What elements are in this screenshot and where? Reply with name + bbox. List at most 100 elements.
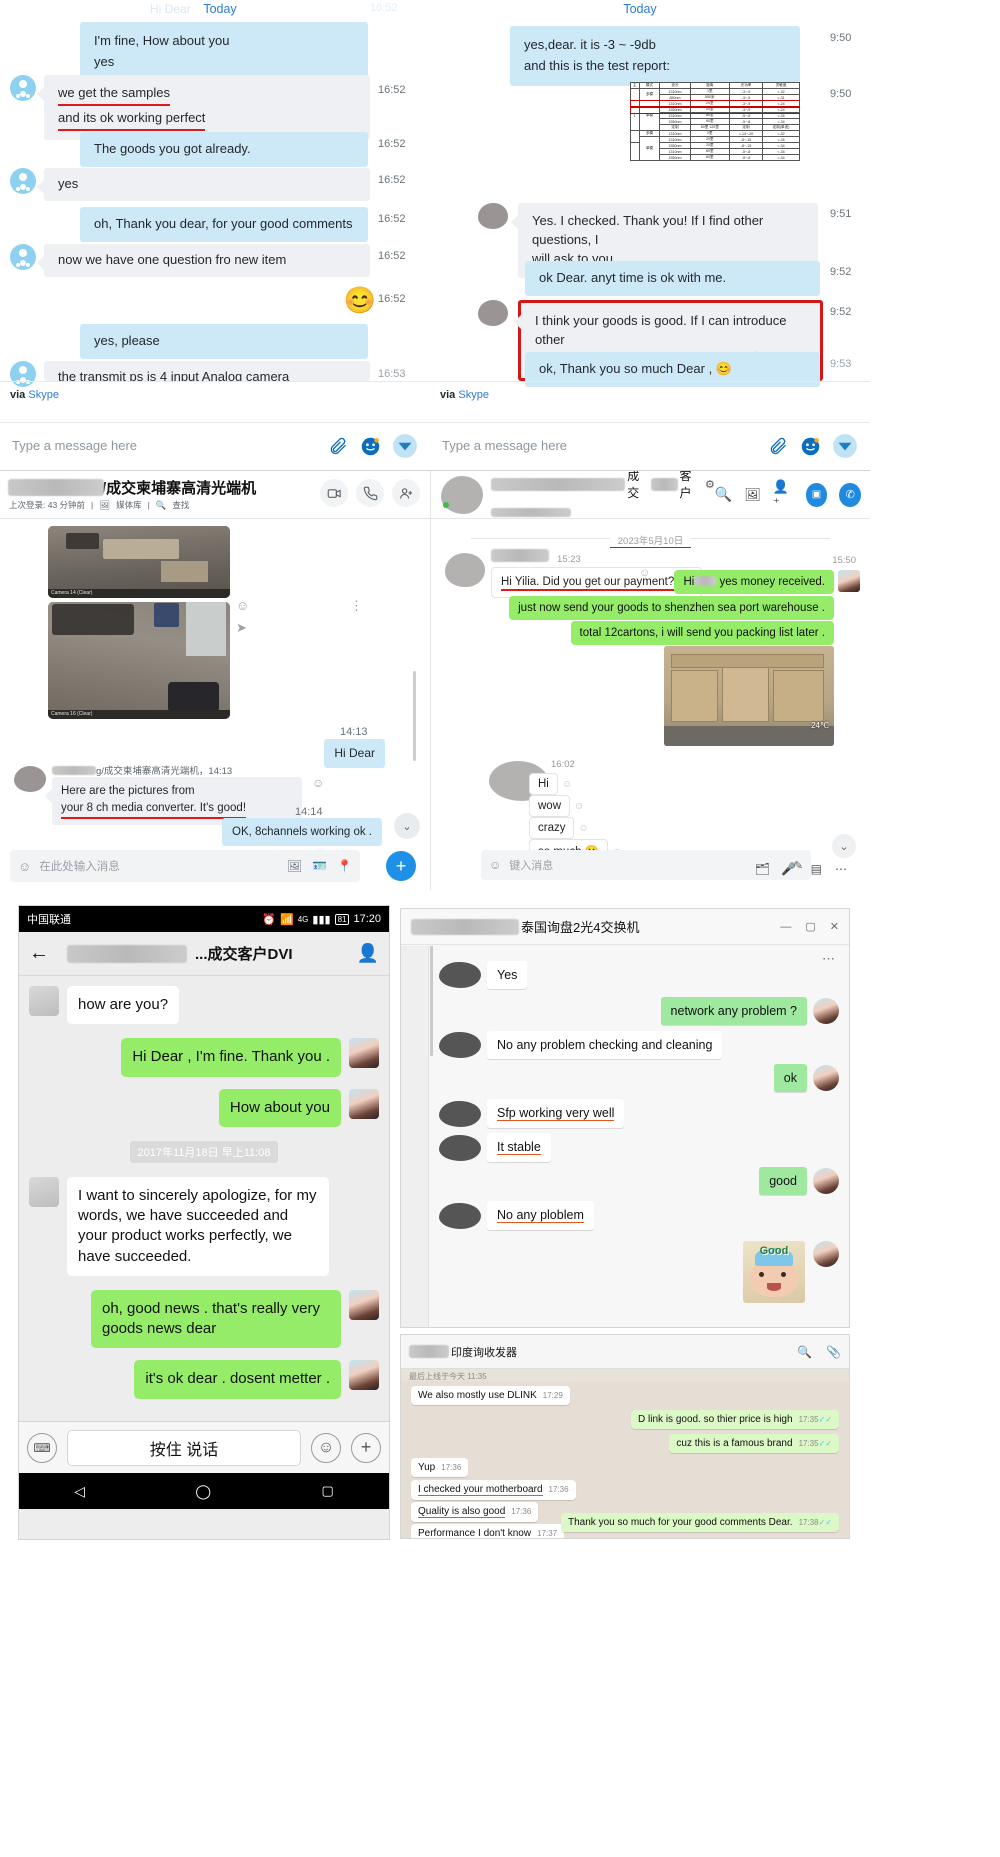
- plus-icon[interactable]: +: [351, 1432, 381, 1463]
- attach-icon[interactable]: [768, 436, 788, 456]
- message-bubble-out[interactable]: total 12cartons, i will send you packing…: [570, 621, 834, 645]
- search-icon[interactable]: 🔍: [715, 486, 732, 503]
- message-bubble-out[interactable]: Hi yes money received.: [674, 570, 834, 594]
- gear-icon[interactable]: ⚙: [705, 478, 715, 491]
- message-row-out[interactable]: it's ok dear . dosent metter .: [29, 1360, 379, 1399]
- message-bubble-out[interactable]: Hi Dear: [324, 739, 385, 769]
- react-emoji-icon[interactable]: ☺: [574, 801, 584, 812]
- back-triangle-icon[interactable]: ◁: [74, 1483, 85, 1500]
- message-row-out[interactable]: D link is good. so thier price is high 17…: [631, 1409, 839, 1429]
- contact-card-icon[interactable]: 🪪: [312, 859, 327, 873]
- more-options-icon[interactable]: ⋮: [350, 598, 364, 614]
- emoji-icon[interactable]: ☺: [311, 1432, 341, 1463]
- contact-profile-icon[interactable]: 👤: [357, 943, 379, 964]
- message-row-out[interactable]: How about you: [29, 1088, 379, 1127]
- react-emoji-icon[interactable]: ☺: [578, 823, 588, 834]
- message-row-out[interactable]: Hi Dear , I'm fine. Thank you .: [29, 1038, 379, 1077]
- message-row-in[interactable]: Sfp working very well: [439, 1099, 625, 1128]
- message-row-out[interactable]: oh, good news . that's really very goods…: [29, 1289, 379, 1349]
- emoji-icon[interactable]: ☺: [489, 858, 501, 872]
- react-emoji-icon[interactable]: ☺: [312, 776, 324, 790]
- message-input-placeholder[interactable]: Type a message here: [442, 438, 567, 453]
- gallery-icon[interactable]: 🖼: [744, 487, 761, 503]
- message-row-in[interactable]: I checked your motherboard 17:36: [411, 1479, 576, 1500]
- message-emoji[interactable]: 😊: [344, 285, 376, 316]
- video-call-icon[interactable]: [320, 479, 348, 507]
- baby-sticker[interactable]: Good: [743, 1241, 805, 1303]
- camera-image-1[interactable]: Camera 14 (Clear): [48, 526, 230, 598]
- back-arrow-icon[interactable]: ←: [29, 942, 49, 965]
- emoji-icon[interactable]: [800, 436, 820, 456]
- message-input-bar[interactable]: Type a message here: [430, 422, 870, 468]
- message-row-in[interactable]: I want to sincerely apologize, for my wo…: [29, 1176, 379, 1276]
- message-row-in[interactable]: how are you?: [29, 986, 379, 1025]
- keyboard-icon[interactable]: ⌨: [27, 1432, 57, 1463]
- message-input-placeholder[interactable]: Type a message here: [12, 438, 137, 453]
- message-row-in[interactable]: yes: [10, 168, 370, 201]
- media-library-label[interactable]: 媒体库: [116, 499, 142, 511]
- scroll-down-icon[interactable]: ⌄: [832, 834, 856, 858]
- attach-icon[interactable]: 📎: [826, 1345, 841, 1359]
- home-circle-icon[interactable]: ◯: [195, 1483, 211, 1500]
- message-bubble-in[interactable]: Hi Yilia. Did you get our payment? 😀: [491, 567, 702, 598]
- more-icon[interactable]: ⋯: [835, 862, 848, 876]
- react-emoji-icon[interactable]: ☺: [562, 779, 572, 790]
- mic-icon[interactable]: 🎤: [781, 862, 796, 876]
- react-emoji-icon[interactable]: ☺: [236, 598, 249, 613]
- message-bubble-out[interactable]: ok Dear. anyt time is ok with me.: [525, 261, 820, 296]
- message-input-bar[interactable]: ☺ 在此处输入消息 🖼 🪪 📍: [10, 850, 360, 882]
- add-person-icon[interactable]: [392, 479, 420, 507]
- message-row-in[interactable]: now we have one question fro new item: [10, 244, 370, 277]
- scrollbar[interactable]: [413, 671, 416, 761]
- message-row-out[interactable]: cuz this is a famous brand 17:35✓✓: [669, 1433, 839, 1453]
- close-icon[interactable]: ✕: [830, 920, 839, 933]
- emoji-icon[interactable]: ☺: [18, 859, 31, 874]
- minimize-icon[interactable]: —: [780, 921, 791, 933]
- message-row-in[interactable]: Quality is also good 17:36: [411, 1501, 539, 1522]
- emoji-icon[interactable]: [360, 436, 380, 456]
- message-row-in[interactable]: We also mostly use DLINK 17:29: [411, 1385, 570, 1405]
- message-row-out[interactable]: good: [759, 1167, 839, 1195]
- message-bubble-out[interactable]: yes,dear. it is -3 ~ -9db and this is th…: [510, 26, 800, 86]
- message-bubble-out[interactable]: The goods you got already.: [80, 132, 368, 167]
- scroll-down-icon[interactable]: ⌄: [394, 813, 420, 839]
- message-line[interactable]: wow: [529, 795, 571, 817]
- message-line[interactable]: crazy: [529, 817, 575, 839]
- message-row-in[interactable]: No any problem checking and cleaning: [439, 1031, 723, 1059]
- message-input-placeholder[interactable]: 键入消息: [509, 857, 553, 873]
- message-bubble-out[interactable]: just now send your goods to shenzhen sea…: [509, 596, 834, 620]
- message-row-in[interactable]: It stable: [439, 1133, 551, 1162]
- camera-image-2[interactable]: Camera 16 (Clear): [48, 602, 230, 719]
- message-row-in[interactable]: we get the samples and its ok working pe…: [10, 75, 370, 140]
- search-icon[interactable]: 🔍: [797, 1345, 812, 1359]
- voice-call-icon[interactable]: [356, 479, 384, 507]
- search-icon[interactable]: 🔍: [156, 500, 167, 511]
- send-icon[interactable]: [392, 433, 418, 459]
- hold-to-talk-button[interactable]: 按住 说话: [67, 1429, 301, 1466]
- mobile-input-bar[interactable]: ⌨ 按住 说话 ☺ +: [19, 1421, 389, 1473]
- message-row-in[interactable]: Yup 17:36: [411, 1457, 469, 1477]
- message-bubble-out[interactable]: oh, Thank you dear, for your good commen…: [80, 207, 368, 242]
- send-icon[interactable]: [832, 433, 858, 459]
- video-icon[interactable]: ▣: [805, 482, 828, 507]
- message-row-in[interactable]: Performance I don't know 17:37: [411, 1523, 565, 1538]
- message-row-in[interactable]: No any ploblem: [439, 1201, 594, 1230]
- forward-icon[interactable]: ➤: [236, 620, 247, 636]
- card-icon[interactable]: ▤: [811, 862, 822, 876]
- message-bubble-out[interactable]: OK, 8channels working ok .: [222, 818, 382, 847]
- attach-icon[interactable]: [328, 436, 348, 456]
- message-bubble-out[interactable]: yes, please: [80, 324, 368, 359]
- message-input-placeholder[interactable]: 在此处输入消息: [39, 858, 120, 874]
- message-row-out[interactable]: Thank you so much for your good comments…: [561, 1512, 839, 1532]
- message-bubble-out[interactable]: I'm fine, How about you yes: [80, 22, 368, 82]
- maximize-icon[interactable]: ▢: [805, 920, 815, 933]
- react-emoji-icon[interactable]: ☺: [639, 567, 650, 579]
- cartons-photo[interactable]: 24℃: [664, 646, 834, 746]
- message-input-bar[interactable]: Type a message here: [0, 422, 430, 468]
- scrollbar[interactable]: [430, 946, 433, 1056]
- recents-square-icon[interactable]: ▢: [321, 1483, 333, 1499]
- message-line[interactable]: Hi: [529, 773, 558, 795]
- media-library-icon[interactable]: 🖼: [99, 500, 110, 511]
- message-row-in[interactable]: Yes: [439, 961, 528, 989]
- add-contact-icon[interactable]: 👤⁺: [773, 479, 794, 511]
